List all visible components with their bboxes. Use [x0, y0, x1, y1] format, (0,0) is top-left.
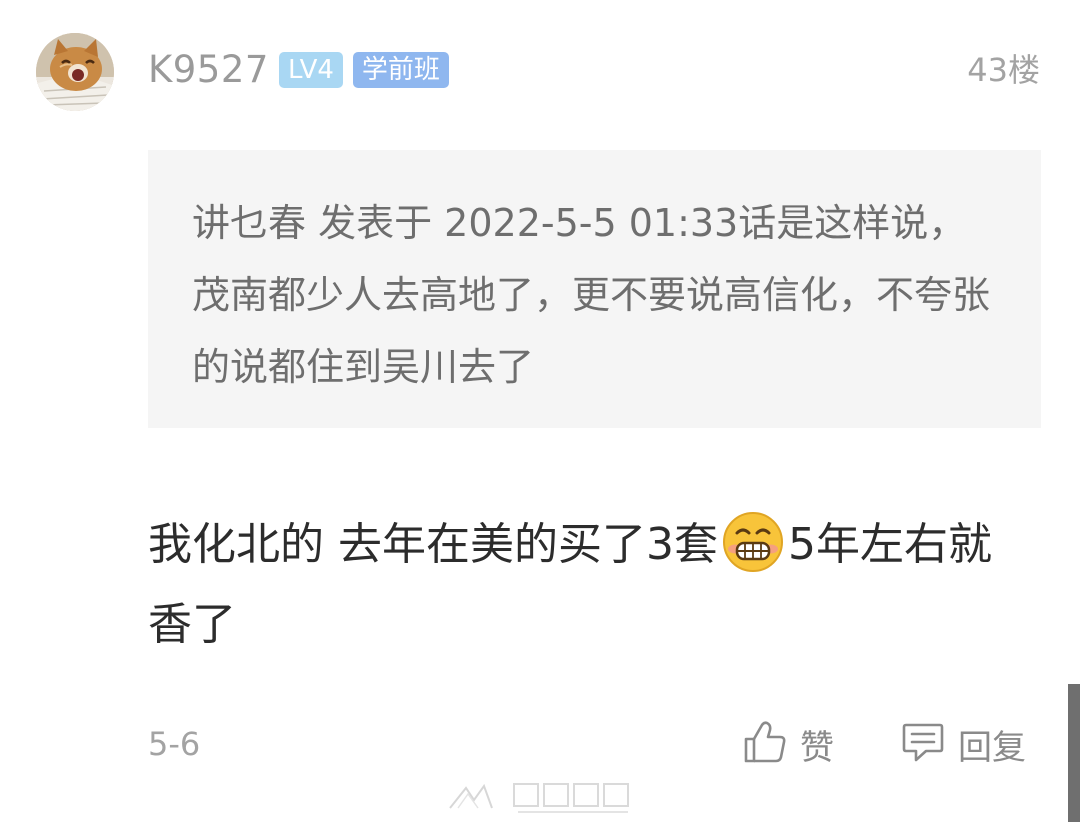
post-author-row: K9527 LV4 学前班 — [148, 47, 449, 93]
gdmm-logo-icon — [444, 774, 644, 818]
reply-label: 回复 — [958, 727, 1026, 768]
grinning-blush-emoji-icon — [722, 511, 784, 573]
scrollbar[interactable] — [1068, 684, 1080, 822]
comment-bubble-icon — [900, 719, 946, 769]
username[interactable]: K9527 — [148, 47, 269, 93]
like-label: 赞 — [800, 727, 834, 768]
thumbs-up-icon — [742, 719, 788, 769]
like-button[interactable]: 赞 — [742, 718, 834, 770]
post-body-text-start: 我化北的 去年在美的买了3套 — [148, 519, 718, 570]
quote-text: 讲乜春 发表于 2022-5-5 01:33话是这样说，茂南都少人去高地了，更不… — [192, 201, 991, 389]
post-body: 我化北的 去年在美的买了3套 5年左右就香了 — [148, 505, 1028, 665]
level-badge: LV4 — [278, 52, 343, 88]
title-badge: 学前班 — [352, 52, 449, 88]
floor-number: 43楼 — [967, 51, 1040, 89]
quote-block: 讲乜春 发表于 2022-5-5 01:33话是这样说，茂南都少人去高地了，更不… — [148, 150, 1041, 428]
post-date: 5-6 — [148, 725, 201, 763]
reply-button[interactable]: 回复 — [900, 718, 1026, 770]
avatar[interactable] — [36, 33, 114, 111]
